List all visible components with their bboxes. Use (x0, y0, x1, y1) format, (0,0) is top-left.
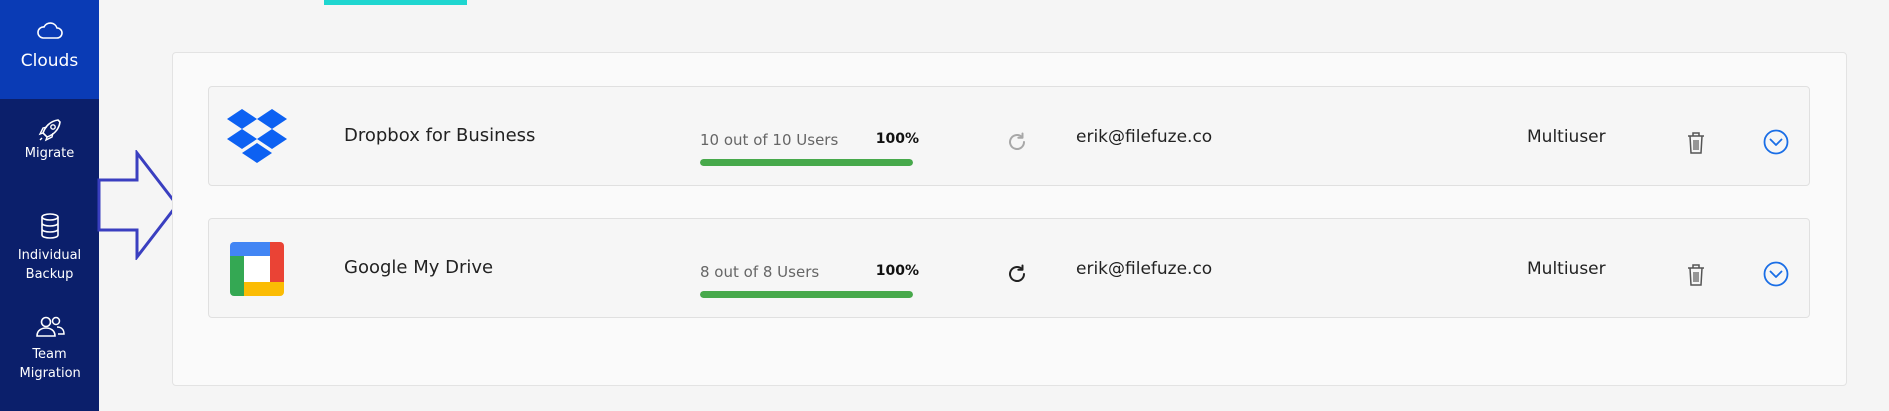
sidebar-item-label: Migrate (24, 146, 75, 161)
progress-fill (700, 159, 913, 166)
sidebar: Clouds Migrate Individual Backup Team Mi… (0, 0, 99, 411)
chevron-down-icon[interactable] (1763, 129, 1789, 155)
progress-percent: 100% (875, 263, 919, 279)
arrow-right-icon (97, 150, 179, 260)
cloud-icon (36, 22, 63, 39)
cloud-row-google-drive: Google My Drive 8 out of 8 Users 100% er… (208, 218, 1810, 318)
refresh-icon[interactable] (1006, 263, 1028, 285)
sidebar-item-migrate[interactable]: Migrate (0, 112, 99, 182)
cloud-name: Google My Drive (344, 257, 494, 278)
dropbox-logo (227, 109, 287, 163)
cloud-name: Dropbox for Business (344, 125, 536, 146)
sidebar-item-team-migration[interactable]: Team Migration (0, 313, 99, 411)
progress-percent: 100% (875, 131, 919, 147)
account-email: erik@filefuze.co (1076, 259, 1213, 279)
clouds-panel: Dropbox for Business 10 out of 10 Users … (172, 52, 1847, 386)
users-count: 10 out of 10 Users (700, 131, 839, 149)
progress-fill (700, 291, 913, 298)
account-type: Multiuser (1527, 259, 1606, 279)
cloud-row-dropbox: Dropbox for Business 10 out of 10 Users … (208, 86, 1810, 186)
sidebar-item-label: Clouds (20, 51, 79, 71)
sidebar-item-label: Team Migration (19, 347, 81, 381)
account-type: Multiuser (1527, 127, 1606, 147)
active-tab-indicator (324, 0, 467, 5)
sidebar-item-individual-backup[interactable]: Individual Backup (0, 208, 99, 298)
trash-icon[interactable] (1686, 131, 1706, 155)
sidebar-item-clouds[interactable]: Clouds (0, 0, 99, 99)
users-icon (35, 316, 65, 337)
chevron-down-icon[interactable] (1763, 261, 1789, 287)
trash-icon[interactable] (1686, 263, 1706, 287)
users-count: 8 out of 8 Users (700, 263, 820, 281)
account-email: erik@filefuze.co (1076, 127, 1213, 147)
database-icon (40, 213, 59, 239)
refresh-icon[interactable] (1006, 131, 1028, 153)
progress-bar (700, 291, 913, 298)
rocket-icon (38, 119, 61, 142)
google-drive-logo (230, 242, 284, 296)
sidebar-item-label: Individual Backup (17, 248, 82, 282)
progress-bar (700, 159, 913, 166)
